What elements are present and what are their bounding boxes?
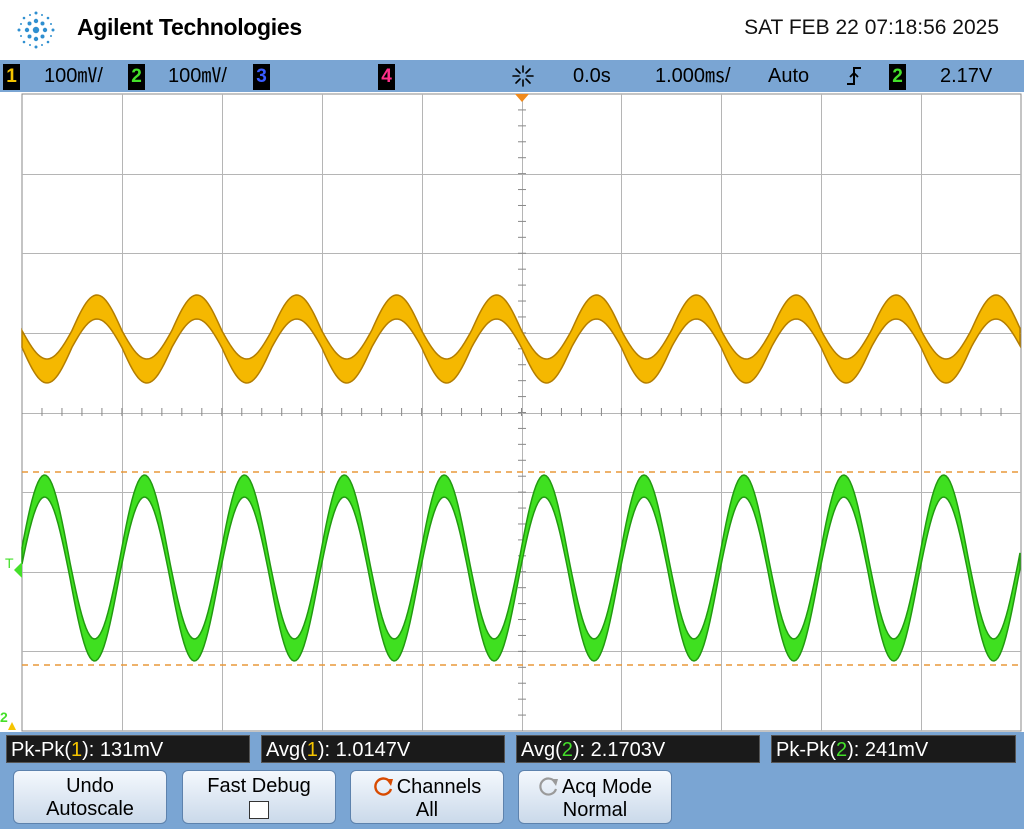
softkey-label: Undo	[66, 775, 114, 797]
measurement-value: ): 2.1703V	[572, 739, 666, 761]
measurement-prefix: Avg(	[521, 739, 562, 761]
softkey-bar: Undo Autoscale Fast Debug Channels All A…	[0, 766, 1024, 829]
measurement-channel: 2	[561, 739, 573, 761]
channel-2-ground-label: 2	[0, 709, 8, 725]
waveform-display[interactable]: T 2	[0, 92, 1024, 732]
trigger-source-indicator: 2	[889, 64, 906, 90]
channel-1-waveform	[21, 294, 1021, 384]
title-bar: Agilent Technologies SAT FEB 22 07:18:56…	[0, 0, 1024, 60]
measurement-prefix: Avg(	[266, 739, 307, 761]
softkey-sublabel: All	[415, 799, 439, 821]
checkbox-icon	[249, 801, 269, 819]
measurement-value: ): 241mV	[847, 739, 929, 761]
status-bar: 1 100㎷/ 2 100㎷/ 3 4 0.0s 1.000㎳/ Auto 2 …	[0, 60, 1024, 92]
channel-4-indicator[interactable]: 4	[378, 64, 395, 90]
trigger-level: 2.17V	[940, 65, 993, 87]
trigger-position-marker-icon	[515, 94, 529, 102]
channel-1-indicator[interactable]: 1	[3, 64, 20, 90]
date-time: SAT FEB 22 07:18:56 2025	[744, 16, 999, 39]
measurement-channel: 1	[306, 739, 318, 761]
trigger-marker-label: T	[5, 555, 14, 571]
measurement-value: ): 131mV	[82, 739, 164, 761]
acq-mode-button[interactable]: Acq Mode Normal	[518, 770, 672, 824]
trigger-position-icon	[512, 65, 534, 87]
measurement-pkpk-2[interactable]: Pk-Pk(2): 241mV	[771, 735, 1016, 763]
rotate-knob-icon	[539, 777, 558, 796]
trigger-mode: Auto	[768, 65, 810, 87]
channel-2-scale: 100㎷/	[168, 65, 227, 87]
brand-name: Agilent Technologies	[77, 14, 302, 40]
channels-all-button[interactable]: Channels All	[350, 770, 504, 824]
measurement-avg-2[interactable]: Avg(2): 2.1703V	[516, 735, 760, 763]
softkey-label: Acq Mode	[561, 776, 653, 798]
fast-debug-button[interactable]: Fast Debug	[182, 770, 336, 824]
rotate-knob-icon	[373, 777, 393, 796]
softkey-label: Fast Debug	[207, 775, 311, 797]
measurement-prefix: Pk-Pk(	[776, 739, 836, 761]
waveform-trace	[21, 474, 1021, 662]
graticule: T 2	[0, 93, 1022, 732]
softkey-sublabel: Normal	[562, 799, 628, 821]
channel-2-indicator[interactable]: 2	[128, 64, 145, 90]
softkey-label: Channels	[396, 776, 482, 798]
measurement-channel: 1	[71, 739, 83, 761]
measurement-prefix: Pk-Pk(	[11, 739, 71, 761]
trigger-level-marker-icon	[14, 562, 22, 578]
waveform-trace	[21, 294, 1021, 384]
time-delay: 0.0s	[573, 65, 611, 87]
channel-2-waveform	[21, 474, 1021, 662]
channel-1-scale: 100㎷/	[44, 65, 103, 87]
channel-3-indicator[interactable]: 3	[253, 64, 270, 90]
measurement-channel: 2	[836, 739, 848, 761]
timebase-scale: 1.000㎳/	[655, 65, 731, 87]
agilent-spark-logo-icon	[17, 11, 55, 49]
rising-edge-icon	[847, 67, 861, 85]
measurement-bar: Pk-Pk(1): 131mV Avg(1): 1.0147V Avg(2): …	[0, 732, 1024, 766]
softkey-sublabel: Autoscale	[46, 798, 134, 820]
measurement-value: ): 1.0147V	[317, 739, 411, 761]
measurement-pkpk-1[interactable]: Pk-Pk(1): 131mV	[6, 735, 250, 763]
measurement-avg-1[interactable]: Avg(1): 1.0147V	[261, 735, 505, 763]
channel-2-ground-marker-icon	[8, 722, 16, 730]
undo-autoscale-button[interactable]: Undo Autoscale	[13, 770, 167, 824]
